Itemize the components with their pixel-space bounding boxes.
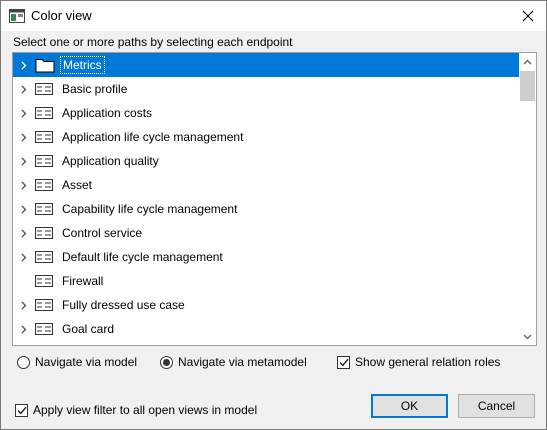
path-tree[interactable]: Metrics Basic profile Application costs App… xyxy=(12,52,537,346)
tree-item[interactable]: Firewall xyxy=(13,269,519,293)
scroll-thumb[interactable] xyxy=(520,71,535,101)
instruction-text: Select one or more paths by selecting ea… xyxy=(13,35,293,49)
navigate-via-model-option[interactable]: Navigate via model xyxy=(17,353,137,371)
apply-filter-label: Apply view filter to all open views in m… xyxy=(33,403,258,417)
list-icon xyxy=(35,201,55,217)
chevron-right-icon xyxy=(21,229,27,237)
apply-filter-option[interactable]: Apply view filter to all open views in m… xyxy=(15,401,257,419)
tree-item[interactable]: Metrics xyxy=(13,53,519,77)
cancel-button[interactable]: Cancel xyxy=(458,394,535,418)
tree-item[interactable]: Control service xyxy=(13,221,519,245)
expand-toggle xyxy=(15,269,33,293)
chevron-right-icon xyxy=(21,109,27,117)
expand-toggle[interactable] xyxy=(15,173,33,197)
chevron-right-icon xyxy=(21,133,27,141)
expand-toggle[interactable] xyxy=(15,245,33,269)
tree-item-label: Basic profile xyxy=(62,82,128,96)
ok-button[interactable]: OK xyxy=(371,394,448,418)
chevron-right-icon xyxy=(21,205,27,213)
tree-item-label: Asset xyxy=(62,178,93,192)
checkmark-icon xyxy=(338,358,349,367)
chevron-down-icon xyxy=(523,334,532,339)
tree-item[interactable]: Goal card xyxy=(13,317,519,341)
color-view-dialog: Color view Select one or more paths by s… xyxy=(0,0,547,430)
tree-item[interactable]: Application costs xyxy=(13,101,519,125)
list-icon xyxy=(35,81,55,97)
expand-toggle[interactable] xyxy=(15,149,33,173)
window-title: Color view xyxy=(31,8,92,23)
chevron-right-icon xyxy=(21,157,27,165)
expand-toggle[interactable] xyxy=(15,317,33,341)
expand-toggle[interactable] xyxy=(15,197,33,221)
list-icon xyxy=(35,177,55,193)
tree-item-label: Fully dressed use case xyxy=(62,298,185,312)
list-icon xyxy=(35,249,55,265)
expand-toggle[interactable] xyxy=(15,125,33,149)
expand-toggle[interactable] xyxy=(15,221,33,245)
navigate-via-metamodel-radio[interactable] xyxy=(160,355,173,369)
scroll-up-button[interactable] xyxy=(519,53,536,70)
expand-toggle[interactable] xyxy=(15,77,33,101)
tree-item[interactable]: Application life cycle management xyxy=(13,125,519,149)
list-icon xyxy=(35,273,55,289)
tree-item[interactable]: Fully dressed use case xyxy=(13,293,519,317)
tree-item-label: Metrics xyxy=(60,56,105,74)
tree-item[interactable]: Basic profile xyxy=(13,77,519,101)
apply-filter-checkbox[interactable] xyxy=(15,403,28,417)
expand-toggle[interactable] xyxy=(15,53,33,77)
chevron-right-icon xyxy=(21,253,27,261)
vertical-scrollbar[interactable] xyxy=(519,53,536,345)
tree-item-label: Goal card xyxy=(62,322,115,336)
tree-list: Metrics Basic profile Application costs App… xyxy=(13,53,519,341)
tree-item-label: Capability life cycle management xyxy=(62,202,238,216)
checkmark-icon xyxy=(16,406,27,415)
navigate-via-metamodel-label: Navigate via metamodel xyxy=(178,355,307,369)
chevron-right-icon xyxy=(21,61,27,69)
title-bar: Color view xyxy=(1,1,546,31)
tree-item[interactable]: Default life cycle management xyxy=(13,245,519,269)
folder-icon xyxy=(35,57,55,73)
navigate-via-model-radio[interactable] xyxy=(17,355,30,369)
chevron-right-icon xyxy=(21,181,27,189)
app-icon xyxy=(9,9,25,23)
tree-item-label: Application life cycle management xyxy=(62,130,244,144)
navigate-via-model-label: Navigate via model xyxy=(35,355,138,369)
list-icon xyxy=(35,105,55,121)
tree-item-label: Application quality xyxy=(62,154,159,168)
expand-toggle[interactable] xyxy=(15,101,33,125)
show-general-roles-option[interactable]: Show general relation roles xyxy=(337,353,500,371)
expand-toggle[interactable] xyxy=(15,293,33,317)
close-button[interactable] xyxy=(510,1,546,31)
list-icon xyxy=(35,153,55,169)
tree-item-label: Firewall xyxy=(62,274,104,288)
navigate-via-metamodel-option[interactable]: Navigate via metamodel xyxy=(160,353,307,371)
tree-item-label: Control service xyxy=(62,226,143,240)
tree-item[interactable]: Asset xyxy=(13,173,519,197)
chevron-right-icon xyxy=(21,301,27,309)
tree-item-label-text: Metrics xyxy=(60,56,105,74)
scroll-down-button[interactable] xyxy=(519,328,536,345)
tree-item-label: Application costs xyxy=(62,106,153,120)
close-icon xyxy=(522,10,534,22)
tree-item[interactable]: Application quality xyxy=(13,149,519,173)
chevron-right-icon xyxy=(21,325,27,333)
chevron-up-icon xyxy=(523,59,532,64)
list-icon xyxy=(35,297,55,313)
list-icon xyxy=(35,225,55,241)
list-icon xyxy=(35,321,55,337)
show-general-roles-label: Show general relation roles xyxy=(355,355,501,369)
tree-item-label: Default life cycle management xyxy=(62,250,223,264)
chevron-right-icon xyxy=(21,85,27,93)
tree-item[interactable]: Capability life cycle management xyxy=(13,197,519,221)
list-icon xyxy=(35,129,55,145)
show-general-roles-checkbox[interactable] xyxy=(337,355,350,369)
